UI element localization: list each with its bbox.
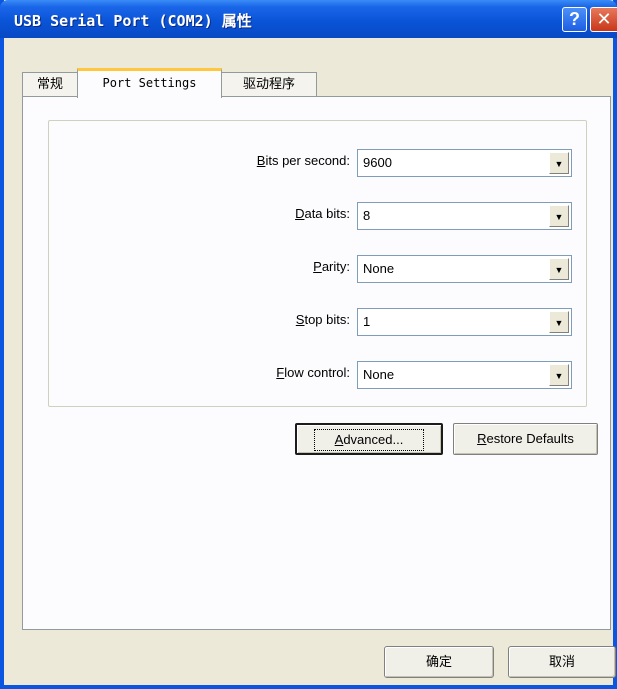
parity-label: Parity: (313, 259, 350, 274)
port-settings-panel: Bits per second: 9600 ▼ Data bits: 8 ▼ P… (22, 96, 611, 630)
data-bits-row: Data bits: 8 ▼ (49, 202, 586, 230)
flow-control-row: Flow control: None ▼ (49, 361, 586, 389)
close-icon: ✕ (596, 9, 612, 29)
bits-per-second-value: 9600 (363, 155, 392, 170)
flow-control-value: None (363, 367, 395, 382)
ok-button[interactable]: 确定 (384, 646, 494, 678)
settings-group: Bits per second: 9600 ▼ Data bits: 8 ▼ P… (48, 120, 587, 407)
help-button[interactable]: ? (562, 7, 587, 32)
dropdown-arrow-icon[interactable]: ▼ (549, 152, 569, 174)
stop-bits-row: Stop bits: 1 ▼ (49, 308, 586, 336)
stop-bits-label: Stop bits: (295, 312, 350, 327)
restore-defaults-label: Restore Defaults (477, 431, 574, 446)
bits-per-second-select[interactable]: 9600 ▼ (357, 149, 572, 177)
help-icon: ? (569, 9, 580, 29)
parity-select[interactable]: None ▼ (357, 255, 572, 283)
bits-per-second-row: Bits per second: 9600 ▼ (49, 149, 586, 177)
data-bits-value: 8 (363, 208, 371, 223)
stop-bits-select[interactable]: 1 ▼ (357, 308, 572, 336)
window-title: USB Serial Port (COM2) 属性 (14, 12, 252, 30)
dropdown-arrow-icon[interactable]: ▼ (549, 205, 569, 227)
cancel-button[interactable]: 取消 (508, 646, 616, 678)
dropdown-arrow-icon[interactable]: ▼ (549, 311, 569, 333)
advanced-button[interactable]: Advanced... (295, 423, 443, 455)
bits-per-second-label: Bits per second: (256, 153, 350, 168)
restore-defaults-button[interactable]: Restore Defaults (453, 423, 598, 455)
data-bits-label: Data bits: (295, 206, 350, 221)
stop-bits-value: 1 (363, 314, 371, 329)
advanced-button-label: Advanced... (313, 429, 425, 451)
dropdown-arrow-icon[interactable]: ▼ (549, 258, 569, 280)
parity-row: Parity: None ▼ (49, 255, 586, 283)
parity-value: None (363, 261, 395, 276)
properties-dialog: USB Serial Port (COM2) 属性 ? ✕ 常规 Port Se… (0, 0, 617, 689)
title-bar[interactable]: USB Serial Port (COM2) 属性 ? ✕ (0, 0, 617, 38)
tab-driver[interactable]: 驱动程序 (221, 72, 317, 96)
flow-control-label: Flow control: (276, 365, 350, 380)
dropdown-arrow-icon[interactable]: ▼ (549, 364, 569, 386)
data-bits-select[interactable]: 8 ▼ (357, 202, 572, 230)
tab-port-settings[interactable]: Port Settings (77, 68, 222, 98)
flow-control-select[interactable]: None ▼ (357, 361, 572, 389)
close-button[interactable]: ✕ (590, 7, 617, 32)
tab-general[interactable]: 常规 (22, 72, 78, 96)
